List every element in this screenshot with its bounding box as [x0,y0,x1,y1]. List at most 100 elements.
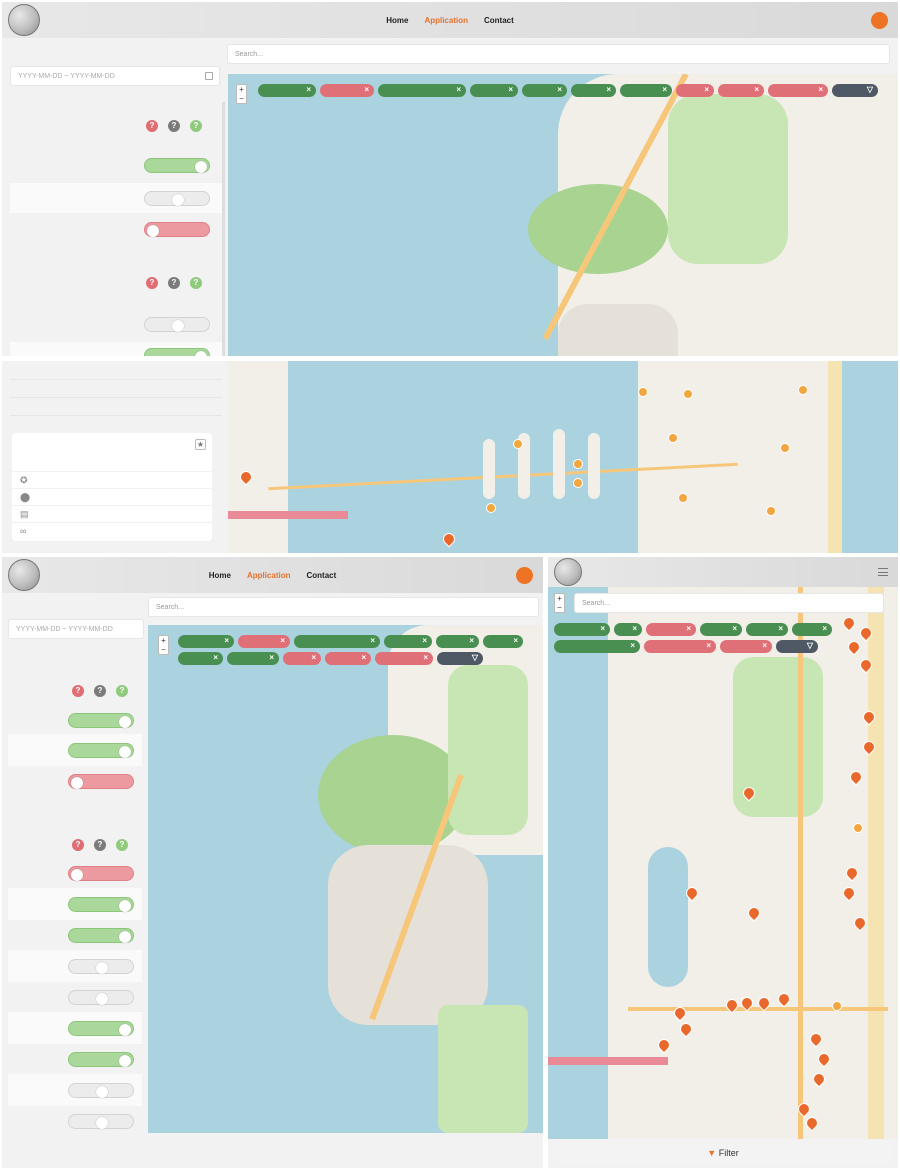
nav-application-link[interactable]: Application [247,571,291,580]
chip-remove-icon[interactable]: × [508,85,513,94]
chip-remove-icon[interactable]: × [224,636,229,645]
map-view[interactable]: + − × × × × × × × × × × ▽ [228,74,898,356]
chip-remove-icon[interactable]: × [557,85,562,94]
date-range-input[interactable]: YYYY-MM-DD ~ YYYY-MM-DD [8,619,144,639]
filter-chip[interactable]: × [378,84,466,97]
chip-remove-icon[interactable]: × [600,624,605,633]
filter-chip[interactable]: × [178,635,234,648]
chip-remove-icon[interactable]: × [822,624,827,633]
filter-chip[interactable]: × [571,84,616,97]
help-button[interactable]: ? [72,839,84,851]
zoom-control[interactable]: + − [236,84,247,104]
chip-remove-icon[interactable]: × [364,85,369,94]
filter-chip[interactable]: × [238,635,290,648]
filter-chip[interactable]: × [483,635,523,648]
filter-toggle[interactable] [144,348,210,356]
chip-remove-icon[interactable]: × [606,85,611,94]
map-cluster[interactable] [678,493,688,503]
help-button[interactable]: ? [168,120,180,132]
filter-chip[interactable]: × [792,623,832,636]
map-cluster[interactable] [638,387,648,397]
filter-chip[interactable]: × [294,635,380,648]
help-button[interactable]: ? [190,120,202,132]
nav-contact-link[interactable]: Contact [484,16,514,25]
help-button[interactable]: ? [168,277,180,289]
chip-remove-icon[interactable]: × [686,624,691,633]
filter-toggle[interactable] [68,774,134,789]
filter-chip[interactable]: × [375,652,433,665]
chip-remove-icon[interactable]: × [213,653,218,662]
map-marker[interactable] [440,530,458,548]
filter-toggle[interactable] [68,959,134,974]
chip-remove-icon[interactable]: × [469,636,474,645]
search-input[interactable]: Search... [148,597,539,617]
filter-chip[interactable]: × [470,84,518,97]
chip-remove-icon[interactable]: × [818,85,823,94]
filter-chip[interactable]: × [614,623,642,636]
zoom-control[interactable]: + − [554,593,565,613]
avatar[interactable] [871,12,888,29]
filter-chip[interactable]: × [768,84,828,97]
filter-toggle[interactable] [68,743,134,758]
filter-toggle[interactable] [68,1114,134,1129]
filter-chip[interactable]: × [436,635,479,648]
help-button[interactable]: ? [146,277,158,289]
help-button[interactable]: ? [94,839,106,851]
chip-remove-icon[interactable]: × [311,653,316,662]
filter-bar[interactable]: ▼ Filter [554,1141,892,1165]
chip-remove-icon[interactable]: × [732,624,737,633]
chip-remove-icon[interactable]: × [706,641,711,650]
chip-remove-icon[interactable]: × [778,624,783,633]
map-cluster[interactable] [853,823,863,833]
map-view[interactable] [228,361,898,553]
filter-chip[interactable]: × [644,640,716,653]
filter-toggle[interactable] [68,990,134,1005]
avatar[interactable] [516,567,533,584]
filter-toggle[interactable] [68,928,134,943]
filter-toggle[interactable] [144,191,210,206]
filter-chip[interactable]: × [325,652,371,665]
filter-chip[interactable]: × [554,623,610,636]
chip-remove-icon[interactable]: × [632,624,637,633]
filter-chip[interactable]: × [522,84,567,97]
filter-chip[interactable]: × [227,652,279,665]
filter-chip[interactable]: × [720,640,772,653]
help-button[interactable]: ? [116,839,128,851]
chip-remove-icon[interactable]: × [754,85,759,94]
help-button[interactable]: ? [94,685,106,697]
map-cluster[interactable] [573,478,583,488]
filter-chip[interactable]: × [178,652,223,665]
menu-icon[interactable] [878,568,888,576]
logo[interactable] [8,559,40,591]
filter-toggle[interactable] [68,1052,134,1067]
filter-chip[interactable]: × [554,640,640,653]
chip-remove-icon[interactable]: × [423,653,428,662]
filter-chip[interactable]: × [384,635,432,648]
filter-chip-funnel[interactable]: ▽ [437,652,483,665]
chip-remove-icon[interactable]: × [762,641,767,650]
map-cluster[interactable] [780,443,790,453]
map-cluster[interactable] [683,389,693,399]
chip-remove-icon[interactable]: × [422,636,427,645]
filter-toggle[interactable] [68,713,134,728]
nav-home-link[interactable]: Home [386,16,408,25]
filter-toggle[interactable] [144,222,210,237]
nav-application-link[interactable]: Application [424,16,468,25]
filter-chip[interactable]: × [718,84,764,97]
filter-toggle[interactable] [144,158,210,173]
chip-remove-icon[interactable]: × [280,636,285,645]
chip-remove-icon[interactable]: × [269,653,274,662]
zoom-control[interactable]: + − [158,635,169,655]
search-input[interactable]: Search... [574,593,884,613]
filter-chip-funnel[interactable]: ▽ [832,84,878,97]
filter-toggle[interactable] [144,317,210,332]
map-view[interactable]: + − × × × × × × × × × × × ▽ [148,625,543,1133]
map-cluster[interactable] [668,433,678,443]
map-view[interactable]: + − Search... × × × × × × × × × ▽ [548,587,898,1139]
map-cluster[interactable] [513,439,523,449]
chip-remove-icon[interactable]: × [662,85,667,94]
filter-chip[interactable]: × [620,84,672,97]
chip-remove-icon[interactable]: × [513,636,518,645]
chip-remove-icon[interactable]: × [306,85,311,94]
map-cluster[interactable] [832,1001,842,1011]
